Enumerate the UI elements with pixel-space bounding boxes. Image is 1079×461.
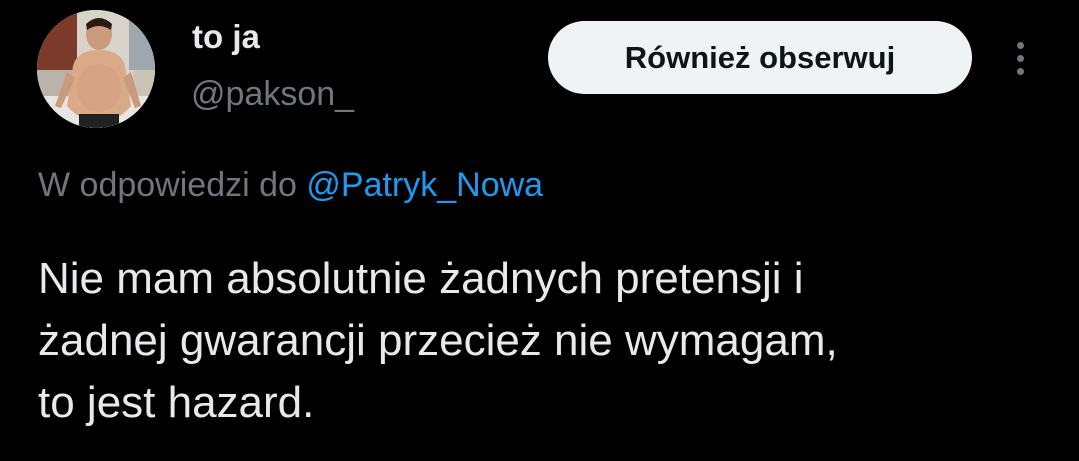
author-display-name[interactable]: to ja xyxy=(192,18,260,56)
reply-context: W odpowiedzi do @Patryk_Nowa xyxy=(38,166,543,205)
more-vertical-icon-dot-3 xyxy=(1016,67,1024,75)
tweet-text-line: Nie mam absolutnie żadnych pretensji i xyxy=(38,254,804,303)
reply-mention-link[interactable]: @Patryk_Nowa xyxy=(306,166,543,204)
more-vertical-icon xyxy=(1016,41,1024,49)
more-vertical-icon-dot-2 xyxy=(1016,54,1024,62)
tweet-text-line: to jest hazard. xyxy=(38,378,315,427)
more-options-button[interactable] xyxy=(1000,34,1040,82)
tweet-text: Nie mam absolutnie żadnych pretensji i ż… xyxy=(38,248,1048,434)
avatar[interactable] xyxy=(37,10,155,128)
tweet: to ja @pakson_ Również obserwuj W odpowi… xyxy=(0,0,1079,461)
reply-prefix: W odpowiedzi do xyxy=(38,166,297,204)
follow-back-button[interactable]: Również obserwuj xyxy=(548,21,972,94)
author-handle[interactable]: @pakson_ xyxy=(191,75,354,114)
avatar-photo xyxy=(37,10,155,128)
tweet-text-line: żadnej gwarancji przecież nie wymagam, xyxy=(38,316,838,365)
